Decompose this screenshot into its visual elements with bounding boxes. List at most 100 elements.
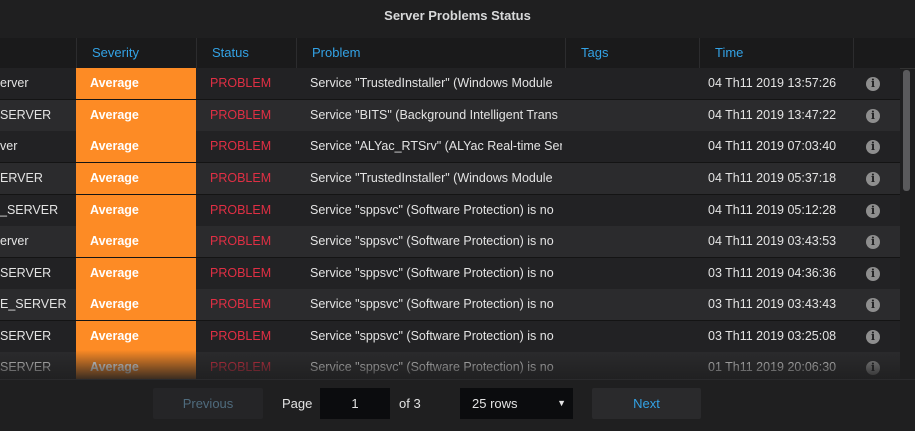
next-button[interactable]: Next — [592, 388, 701, 419]
host-cell: SERVER — [0, 266, 52, 280]
table-row[interactable]: SERVER Average PROBLEM Service "sppsvc" … — [0, 258, 900, 290]
severity-cell: Average — [76, 195, 196, 226]
host-cell: ver — [0, 139, 18, 153]
table-header: Severity Status Problem Tags Time — [0, 38, 915, 69]
severity-cell: Average — [76, 131, 196, 162]
tags-cell — [575, 352, 695, 379]
info-icon[interactable]: i — [866, 204, 880, 218]
tags-cell — [575, 163, 695, 194]
table-row[interactable]: SERVER Average PROBLEM Service "BITS" (B… — [0, 100, 900, 132]
time-cell: 04 Th11 2019 13:47:22 — [708, 108, 837, 122]
pagination-bar: Previous Page of 3 25 rows ▼ Next — [0, 379, 915, 431]
vertical-scrollbar[interactable] — [903, 70, 910, 191]
info-icon[interactable]: i — [866, 235, 880, 249]
time-cell: 03 Th11 2019 04:36:36 — [708, 266, 837, 280]
page-label: Page — [282, 396, 313, 411]
time-cell: 04 Th11 2019 13:57:26 — [708, 76, 837, 90]
time-cell: 04 Th11 2019 07:03:40 — [708, 139, 837, 153]
tags-cell — [575, 226, 695, 257]
status-cell: PROBLEM — [210, 139, 272, 153]
rows-per-page-value: 25 rows — [472, 396, 518, 411]
table-row[interactable]: SERVER Average PROBLEM Service "sppsvc" … — [0, 352, 900, 379]
table-row[interactable]: ERVER Average PROBLEM Service "TrustedIn… — [0, 163, 900, 195]
rows-per-page-select[interactable]: 25 rows ▼ — [460, 388, 573, 419]
problem-cell: Service "sppsvc" (Software Protection) i… — [310, 297, 554, 311]
panel-title: Server Problems Status — [384, 8, 531, 23]
header-separator[interactable] — [699, 38, 700, 68]
info-icon[interactable]: i — [866, 109, 880, 123]
problems-table: Severity Status Problem Tags Time erver … — [0, 38, 915, 379]
problem-cell: Service "sppsvc" (Software Protection) i… — [310, 203, 554, 217]
tags-cell — [575, 68, 695, 99]
tags-cell — [575, 321, 695, 352]
tags-cell — [575, 258, 695, 289]
status-cell: PROBLEM — [210, 234, 272, 248]
tags-cell — [575, 289, 695, 320]
host-cell: erver — [0, 76, 29, 90]
host-cell: SERVER — [0, 360, 52, 374]
host-cell: ERVER — [0, 171, 43, 185]
column-header-severity[interactable]: Severity — [92, 38, 139, 68]
info-icon[interactable]: i — [866, 77, 880, 91]
host-cell: E_SERVER — [0, 297, 67, 311]
column-header-status[interactable]: Status — [212, 38, 249, 68]
header-separator[interactable] — [853, 38, 854, 68]
severity-cell: Average — [76, 321, 196, 352]
time-cell: 04 Th11 2019 03:43:53 — [708, 234, 837, 248]
header-separator[interactable] — [196, 38, 197, 68]
table-row[interactable]: _SERVER Average PROBLEM Service "sppsvc"… — [0, 195, 900, 227]
time-cell: 03 Th11 2019 03:43:43 — [708, 297, 837, 311]
status-cell: PROBLEM — [210, 203, 272, 217]
severity-cell: Average — [76, 163, 196, 194]
problem-cell: Service "sppsvc" (Software Protection) i… — [310, 234, 554, 248]
time-cell: 03 Th11 2019 03:25:08 — [708, 329, 837, 343]
column-header-problem[interactable]: Problem — [312, 38, 360, 68]
info-icon[interactable]: i — [866, 267, 880, 281]
problem-cell: Service "sppsvc" (Software Protection) i… — [310, 360, 554, 374]
header-separator[interactable] — [76, 38, 77, 68]
host-cell: SERVER — [0, 329, 52, 343]
column-header-time[interactable]: Time — [715, 38, 743, 68]
problem-cell: Service "ALYac_RTSrv" (ALYac Real-time S… — [310, 139, 562, 153]
severity-cell: Average — [76, 100, 196, 131]
time-cell: 01 Th11 2019 20:06:30 — [708, 360, 837, 374]
severity-cell: Average — [76, 352, 196, 379]
info-icon[interactable]: i — [866, 298, 880, 312]
page-number-input[interactable] — [320, 388, 390, 419]
severity-cell: Average — [76, 68, 196, 99]
problem-cell: Service "TrustedInstaller" (Windows Modu… — [310, 171, 553, 185]
severity-cell: Average — [76, 226, 196, 257]
problem-cell: Service "sppsvc" (Software Protection) i… — [310, 329, 554, 343]
tags-cell — [575, 100, 695, 131]
status-cell: PROBLEM — [210, 266, 272, 280]
table-row[interactable]: erver Average PROBLEM Service "sppsvc" (… — [0, 226, 900, 258]
table-row[interactable]: E_SERVER Average PROBLEM Service "sppsvc… — [0, 289, 900, 321]
status-cell: PROBLEM — [210, 108, 272, 122]
caret-down-icon: ▼ — [557, 398, 566, 408]
table-row[interactable]: ver Average PROBLEM Service "ALYac_RTSrv… — [0, 131, 900, 163]
status-cell: PROBLEM — [210, 171, 272, 185]
info-icon[interactable]: i — [866, 361, 880, 375]
problem-cell: Service "TrustedInstaller" (Windows Modu… — [310, 76, 553, 90]
page-count-label: of 3 — [399, 396, 421, 411]
header-separator[interactable] — [565, 38, 566, 68]
table-row[interactable]: erver Average PROBLEM Service "TrustedIn… — [0, 68, 900, 100]
time-cell: 04 Th11 2019 05:37:18 — [708, 171, 837, 185]
status-cell: PROBLEM — [210, 297, 272, 311]
severity-cell: Average — [76, 258, 196, 289]
column-header-tags[interactable]: Tags — [581, 38, 608, 68]
status-cell: PROBLEM — [210, 76, 272, 90]
table-row[interactable]: SERVER Average PROBLEM Service "sppsvc" … — [0, 321, 900, 353]
info-icon[interactable]: i — [866, 140, 880, 154]
header-separator[interactable] — [296, 38, 297, 68]
tags-cell — [575, 131, 695, 162]
info-icon[interactable]: i — [866, 330, 880, 344]
previous-button[interactable]: Previous — [153, 388, 263, 419]
host-cell: SERVER — [0, 108, 52, 122]
time-cell: 04 Th11 2019 05:12:28 — [708, 203, 837, 217]
problem-cell: Service "BITS" (Background Intelligent T… — [310, 108, 558, 122]
info-icon[interactable]: i — [866, 172, 880, 186]
problems-panel: Server Problems Status Severity Status P… — [0, 0, 915, 431]
status-cell: PROBLEM — [210, 360, 272, 374]
status-cell: PROBLEM — [210, 329, 272, 343]
